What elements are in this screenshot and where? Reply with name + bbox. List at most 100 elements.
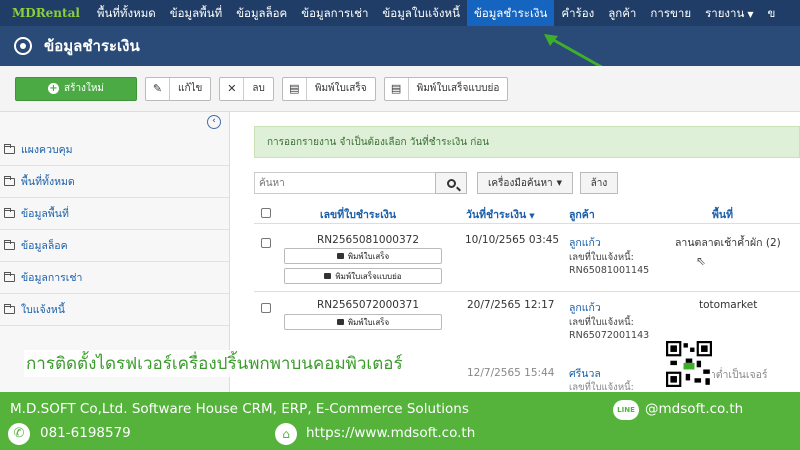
row-print-receipt-button[interactable]: พิมพ์ใบเสร็จ bbox=[284, 248, 442, 264]
row-print-receipt-short-button[interactable]: พิมพ์ใบเสร็จแบบย่อ bbox=[284, 268, 442, 284]
invoice-number: RN65081001145 bbox=[569, 265, 650, 276]
line-icon: LINE bbox=[613, 400, 639, 420]
cursor-icon: ⇖ bbox=[696, 254, 707, 268]
column-header-customer[interactable]: ลูกค้า bbox=[569, 206, 595, 223]
printer-icon bbox=[324, 273, 332, 279]
contact-banner: M.D.SOFT Co,Ltd. Software House CRM, ERP… bbox=[0, 392, 800, 450]
column-header-date-label: วันที่ชำระเงิน bbox=[466, 209, 527, 221]
payment-date: 20/7/2565 12:17 bbox=[467, 299, 555, 311]
print-receipt-button[interactable]: ▤ พิมพ์ใบเสร็จ bbox=[281, 76, 376, 101]
top-nav: MDRental พื้นที่ทั้งหมด ข้อมูลพื้นที่ ข้… bbox=[0, 0, 800, 26]
nav-item-reports-label: รายงาน bbox=[705, 6, 745, 20]
phone-number: 081-6198579 bbox=[40, 425, 131, 441]
row-print-receipt-button[interactable]: พิมพ์ใบเสร็จ bbox=[284, 314, 442, 330]
company-text: M.D.SOFT Co,Ltd. Software House CRM, ERP… bbox=[10, 401, 469, 417]
create-button[interactable]: + สร้างใหม่ bbox=[15, 76, 137, 101]
sidebar-item-dashboard[interactable]: แผงควบคุม bbox=[0, 134, 229, 166]
invoice-label: เลขที่ใบแจ้งหนี้: bbox=[569, 317, 634, 328]
nav-item-reports[interactable]: รายงาน ▼ bbox=[698, 0, 760, 26]
folder-icon bbox=[4, 207, 15, 218]
brand-logo[interactable]: MDRental bbox=[0, 6, 90, 20]
print-receipt-label: พิมพ์ใบเสร็จ bbox=[314, 83, 367, 94]
row-print-label: พิมพ์ใบเสร็จ bbox=[347, 251, 390, 261]
overlay-title: การติดตั้งไดรฟเวอร์เครื่องปริ้นพกพาบนคอม… bbox=[24, 350, 405, 377]
nav-item-more[interactable]: ข bbox=[761, 0, 783, 26]
page-title: ข้อมูลชำระเงิน bbox=[44, 37, 140, 55]
qr-code-icon bbox=[666, 341, 712, 387]
sidebar-item-label: แผงควบคุม bbox=[21, 144, 73, 156]
nav-item-invoice-info[interactable]: ข้อมูลใบแจ้งหนี้ bbox=[375, 0, 467, 26]
sidebar-item-label: ข้อมูลการเช่า bbox=[21, 272, 83, 284]
folder-icon bbox=[4, 239, 15, 250]
sidebar-item-label: ข้อมูลล็อค bbox=[21, 240, 68, 252]
select-all-checkbox[interactable] bbox=[261, 208, 271, 218]
nav-item-lock-info[interactable]: ข้อมูลล็อค bbox=[229, 0, 294, 26]
sidebar-item-rental-info[interactable]: ข้อมูลการเช่า bbox=[0, 262, 229, 294]
chevron-down-icon: ▼ bbox=[556, 179, 563, 187]
nav-item-payment-info[interactable]: ข้อมูลชำระเงิน bbox=[466, 0, 555, 26]
search-input[interactable] bbox=[254, 172, 436, 194]
receipt-number: RN2565081000372 bbox=[317, 234, 419, 246]
nav-item-customers[interactable]: ลูกค้า bbox=[601, 0, 643, 26]
collapse-sidebar-icon[interactable]: ‹ bbox=[207, 115, 221, 129]
column-header-area[interactable]: พื้นที่ bbox=[712, 206, 733, 223]
printer-icon: ▤ bbox=[283, 77, 307, 100]
folder-icon bbox=[4, 175, 15, 186]
customer-link[interactable]: ลูกแก้ว bbox=[569, 299, 601, 316]
column-header-receipt[interactable]: เลขที่ใบชำระเงิน bbox=[320, 206, 396, 223]
chevron-down-icon: ▼ bbox=[747, 10, 754, 19]
delete-button-label: ลบ bbox=[252, 83, 265, 94]
nav-item-all-areas[interactable]: พื้นที่ทั้งหมด bbox=[90, 0, 163, 26]
edit-button[interactable]: ✎ แก้ไข bbox=[145, 76, 212, 101]
sidebar-item-all-areas[interactable]: พื้นที่ทั้งหมด bbox=[0, 166, 229, 198]
info-alert: การออกรายงาน จำเป็นต้องเลือก วันที่ชำระเ… bbox=[254, 126, 800, 158]
nav-item-rental-info[interactable]: ข้อมูลการเช่า bbox=[294, 0, 375, 26]
print-receipt-short-label: พิมพ์ใบเสร็จแบบย่อ bbox=[416, 83, 500, 94]
nav-item-requests[interactable]: คำร้อง bbox=[554, 0, 601, 26]
phone-icon: ✆ bbox=[8, 423, 30, 445]
sort-down-icon: ▼ bbox=[529, 212, 535, 220]
folder-icon bbox=[4, 303, 15, 314]
row-checkbox[interactable] bbox=[261, 303, 271, 313]
sidebar-item-area-info[interactable]: ข้อมูลพื้นที่ bbox=[0, 198, 229, 230]
website-link[interactable]: https://www.mdsoft.co.th bbox=[306, 425, 475, 441]
delete-button[interactable]: ✕ ลบ bbox=[219, 76, 274, 101]
row-print-label: พิมพ์ใบเสร็จ bbox=[347, 317, 390, 327]
search-button[interactable] bbox=[435, 172, 467, 194]
folder-icon bbox=[4, 271, 15, 282]
page-header: ข้อมูลชำระเงิน bbox=[0, 26, 800, 66]
area-name: ลานตลาดเช้าค้ำผัก (2) bbox=[675, 237, 781, 249]
table-divider bbox=[254, 223, 800, 224]
clear-button[interactable]: ล้าง bbox=[580, 172, 618, 194]
payment-date: 10/10/2565 03:45 bbox=[465, 234, 560, 246]
folder-icon bbox=[4, 143, 15, 154]
payment-date: 12/7/2565 15:44 bbox=[467, 367, 555, 379]
customer-link[interactable]: ลูกแก้ว bbox=[569, 234, 601, 251]
sidebar-item-label: พื้นที่ทั้งหมด bbox=[21, 176, 75, 188]
create-button-label: สร้างใหม่ bbox=[63, 83, 105, 94]
print-receipt-short-button[interactable]: ▤ พิมพ์ใบเสร็จแบบย่อ bbox=[383, 76, 509, 101]
home-icon: ⌂ bbox=[275, 423, 297, 445]
nav-item-area-info[interactable]: ข้อมูลพื้นที่ bbox=[163, 0, 229, 26]
search-tools-label: เครื่องมือค้นหา bbox=[487, 177, 553, 189]
toolbar: + สร้างใหม่ ✎ แก้ไข ✕ ลบ ▤ พิมพ์ใบเสร็จ … bbox=[0, 66, 800, 112]
search-tools-dropdown[interactable]: เครื่องมือค้นหา ▼ bbox=[477, 172, 573, 194]
search-icon bbox=[446, 178, 456, 188]
invoice-number: RN65072001143 bbox=[569, 330, 650, 338]
row-checkbox[interactable] bbox=[261, 238, 271, 248]
close-icon: ✕ bbox=[220, 77, 245, 100]
area-name: totomarket bbox=[699, 299, 758, 311]
printer-icon: ▤ bbox=[385, 77, 409, 100]
plus-icon: + bbox=[47, 83, 59, 94]
edit-button-label: แก้ไข bbox=[178, 83, 203, 94]
sidebar-item-invoices[interactable]: ใบแจ้งหนี้ bbox=[0, 294, 229, 326]
column-header-date[interactable]: วันที่ชำระเงิน ▼ bbox=[466, 206, 535, 223]
row-print-short-label: พิมพ์ใบเสร็จแบบย่อ bbox=[335, 271, 402, 281]
printer-icon bbox=[336, 319, 344, 325]
table-divider bbox=[254, 291, 800, 292]
edit-icon: ✎ bbox=[146, 77, 170, 100]
sidebar-item-lock-info[interactable]: ข้อมูลล็อค bbox=[0, 230, 229, 262]
line-id: @mdsoft.co.th bbox=[645, 401, 744, 417]
receipt-number: RN2565072000371 bbox=[317, 299, 419, 311]
nav-item-sales[interactable]: การขาย bbox=[643, 0, 698, 26]
